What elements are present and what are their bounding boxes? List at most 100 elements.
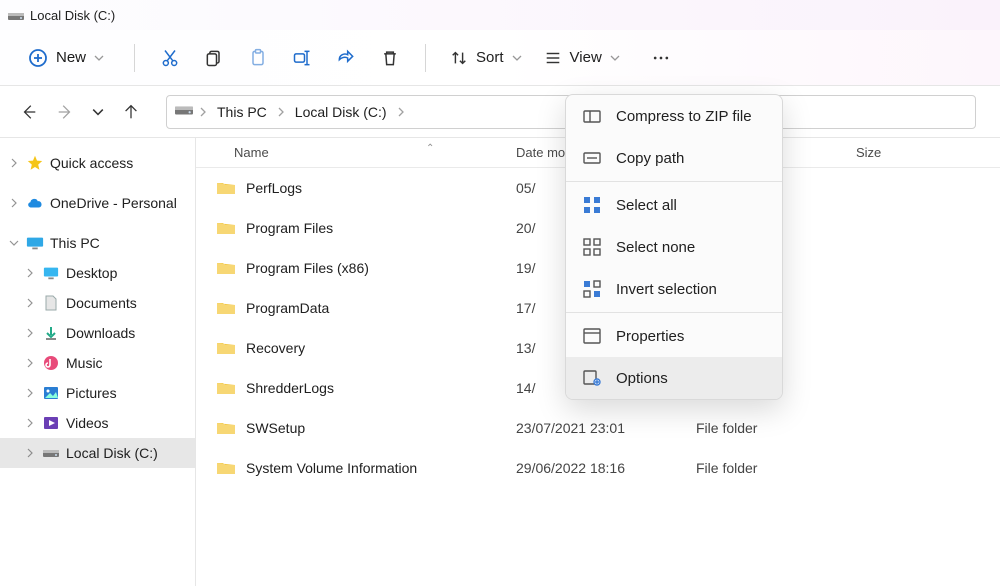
column-name-label: Name [234, 145, 269, 160]
copy-path-icon [582, 148, 602, 168]
file-name: PerfLogs [246, 180, 302, 196]
cut-button[interactable] [159, 47, 181, 69]
folder-icon [216, 460, 236, 476]
tree-label: Videos [66, 415, 109, 431]
menu-label: Properties [616, 328, 684, 345]
folder-icon [216, 220, 236, 236]
file-name: ProgramData [246, 300, 329, 316]
menu-options[interactable]: Options [566, 357, 782, 399]
recent-button[interactable] [92, 106, 104, 118]
breadcrumb-local-disk[interactable]: Local Disk (C:) [291, 102, 391, 122]
tree-videos[interactable]: Videos [0, 408, 195, 438]
chevron-right-icon [24, 418, 36, 428]
column-name[interactable]: Name ⌃ [196, 145, 516, 160]
file-name-cell: Recovery [196, 340, 516, 356]
menu-compress-zip[interactable]: Compress to ZIP file [566, 95, 782, 137]
chevron-right-icon [24, 358, 36, 368]
folder-icon [216, 180, 236, 196]
window-title: Local Disk (C:) [30, 8, 115, 23]
menu-label: Options [616, 370, 668, 387]
desktop-icon [42, 264, 60, 282]
menu-select-all[interactable]: Select all [566, 184, 782, 226]
file-name-cell: ProgramData [196, 300, 516, 316]
folder-icon [216, 340, 236, 356]
tree-music[interactable]: Music [0, 348, 195, 378]
menu-properties[interactable]: Properties [566, 315, 782, 357]
file-row[interactable]: SWSetup23/07/2021 23:01File folder [196, 408, 1000, 448]
tree-downloads[interactable]: Downloads [0, 318, 195, 348]
menu-label: Compress to ZIP file [616, 108, 752, 125]
tree-local-disk[interactable]: Local Disk (C:) [0, 438, 195, 468]
up-button[interactable] [122, 103, 140, 121]
forward-button[interactable] [56, 103, 74, 121]
rename-button[interactable] [291, 47, 313, 69]
tree-pictures[interactable]: Pictures [0, 378, 195, 408]
new-button[interactable]: New [22, 44, 110, 72]
select-all-icon [582, 195, 602, 215]
file-date: 23/07/2021 23:01 [516, 420, 696, 436]
chevron-down-icon [94, 50, 104, 66]
invert-selection-icon [582, 279, 602, 299]
tree-label: This PC [50, 235, 100, 251]
tree-onedrive[interactable]: OneDrive - Personal [0, 188, 195, 218]
file-row[interactable]: System Volume Information29/06/2022 18:1… [196, 448, 1000, 488]
folder-icon [216, 420, 236, 436]
chevron-right-icon [277, 104, 285, 120]
properties-icon [582, 326, 602, 346]
pc-icon [26, 234, 44, 252]
tree-quick-access[interactable]: Quick access [0, 148, 195, 178]
chevron-right-icon [24, 298, 36, 308]
download-icon [42, 324, 60, 342]
title-bar: Local Disk (C:) [0, 0, 1000, 30]
share-button[interactable] [335, 47, 357, 69]
menu-label: Select all [616, 197, 677, 214]
view-label: View [570, 49, 602, 66]
column-size[interactable]: Size [856, 145, 956, 160]
file-name-cell: SWSetup [196, 420, 516, 436]
context-menu: Compress to ZIP file Copy path Select al… [565, 94, 783, 400]
menu-label: Select none [616, 239, 695, 256]
tree-desktop[interactable]: Desktop [0, 258, 195, 288]
file-name: Recovery [246, 340, 305, 356]
separator [425, 44, 426, 72]
tree-label: Music [66, 355, 103, 371]
file-name: SWSetup [246, 420, 305, 436]
tree-label: Documents [66, 295, 137, 311]
sort-button[interactable]: Sort [450, 49, 522, 67]
chevron-right-icon [8, 158, 20, 168]
tree-label: OneDrive - Personal [50, 195, 177, 211]
view-button[interactable]: View [544, 49, 620, 67]
tree-label: Local Disk (C:) [66, 445, 158, 461]
menu-select-none[interactable]: Select none [566, 226, 782, 268]
delete-button[interactable] [379, 47, 401, 69]
menu-copy-path[interactable]: Copy path [566, 137, 782, 179]
back-button[interactable] [20, 103, 38, 121]
nav-row: This PC Local Disk (C:) [0, 86, 1000, 138]
tree-documents[interactable]: Documents [0, 288, 195, 318]
folder-icon [216, 380, 236, 396]
document-icon [42, 294, 60, 312]
separator [134, 44, 135, 72]
file-name-cell: Program Files [196, 220, 516, 236]
file-name-cell: PerfLogs [196, 180, 516, 196]
breadcrumb-this-pc[interactable]: This PC [213, 102, 271, 122]
file-name-cell: System Volume Information [196, 460, 516, 476]
column-size-label: Size [856, 145, 881, 160]
more-button[interactable] [650, 47, 672, 69]
chevron-down-icon [512, 50, 522, 66]
copy-button[interactable] [203, 47, 225, 69]
cloud-icon [26, 194, 44, 212]
command-bar: New Sort View [0, 30, 1000, 86]
chevron-down-icon [8, 239, 20, 247]
select-none-icon [582, 237, 602, 257]
file-name: Program Files (x86) [246, 260, 369, 276]
drive-icon [8, 9, 24, 21]
menu-invert-selection[interactable]: Invert selection [566, 268, 782, 310]
tree-label: Downloads [66, 325, 135, 341]
menu-label: Invert selection [616, 281, 717, 298]
menu-label: Copy path [616, 150, 684, 167]
chevron-right-icon [24, 388, 36, 398]
tree-label: Desktop [66, 265, 117, 281]
paste-button[interactable] [247, 47, 269, 69]
tree-this-pc[interactable]: This PC [0, 228, 195, 258]
